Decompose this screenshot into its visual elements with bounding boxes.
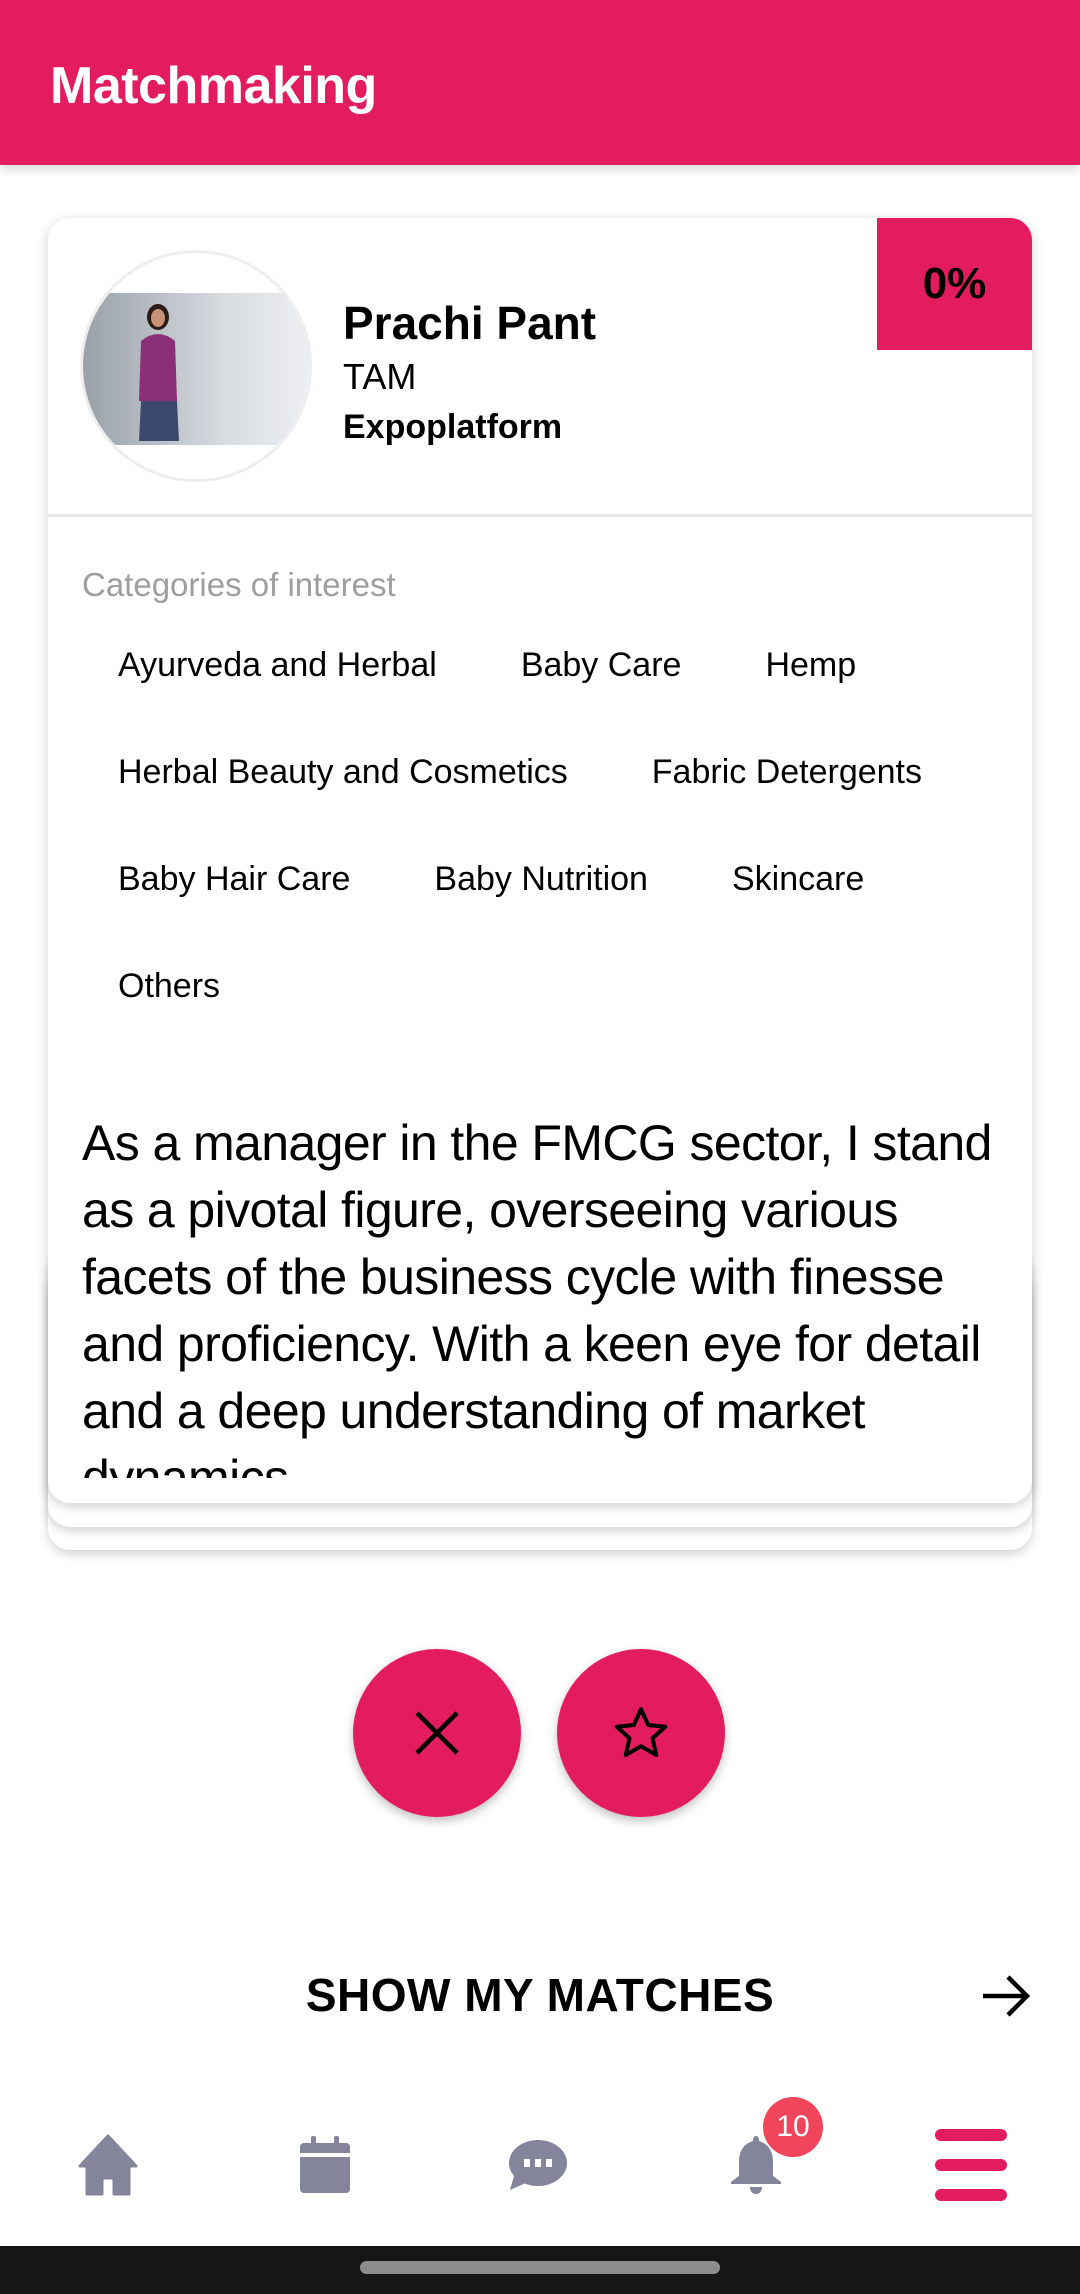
profile-card[interactable]: 0% Prachi Pant TAM Expoplatform Categori…	[48, 218, 1032, 1503]
category-chip: Others	[118, 967, 221, 1005]
category-chip: Herbal Beauty and Cosmetics	[118, 753, 568, 791]
profile-photo	[83, 293, 309, 445]
star-icon	[614, 1707, 668, 1757]
nav-messages[interactable]	[493, 2120, 583, 2210]
arrow-right-icon	[983, 1975, 1031, 2017]
app-header: Matchmaking	[0, 0, 1080, 165]
nav-calendar[interactable]	[280, 2120, 370, 2210]
profile-name: Prachi Pant	[343, 297, 597, 349]
show-my-matches-label: SHOW MY MATCHES	[305, 1969, 775, 2021]
calendar-icon	[300, 2136, 350, 2193]
profile-role: TAM	[343, 356, 417, 397]
category-chip: Baby Nutrition	[434, 860, 648, 898]
home-gesture-handle[interactable]	[360, 2261, 720, 2274]
profile-company: Expoplatform	[343, 408, 563, 446]
category-chip: Fabric Detergents	[651, 753, 923, 791]
nav-home[interactable]	[63, 2120, 153, 2210]
categories-list: Ayurveda and Herbal Baby Care Hemp Herba…	[82, 638, 1012, 1014]
category-chip: Baby Care	[520, 646, 682, 684]
menu-icon	[935, 2129, 1007, 2201]
category-chip: Ayurveda and Herbal	[118, 646, 437, 684]
categories-label: Categories of interest	[82, 566, 396, 603]
nav-menu[interactable]	[926, 2120, 1016, 2210]
avatar	[80, 250, 312, 482]
divider	[48, 514, 1032, 517]
category-chip: Skincare	[731, 860, 865, 898]
show-my-matches-button[interactable]: SHOW MY MATCHES	[0, 1960, 1080, 2032]
system-navigation-bar	[0, 2246, 1080, 2294]
favorite-button[interactable]	[557, 1649, 725, 1817]
home-icon	[78, 2134, 138, 2196]
chat-icon	[509, 2140, 567, 2190]
page-title: Matchmaking	[50, 57, 377, 115]
category-chip: Hemp	[765, 646, 857, 684]
close-icon	[415, 1711, 459, 1755]
bottom-nav	[0, 2090, 1080, 2234]
dismiss-button[interactable]	[353, 1649, 521, 1817]
notification-count-badge: 10	[763, 2097, 823, 2157]
match-percent-badge: 0%	[877, 218, 1032, 350]
swipe-actions	[0, 1649, 1080, 1819]
profile-description: As a manager in the FMCG sector, I stand…	[82, 1115, 992, 1478]
category-chip: Baby Hair Care	[118, 860, 351, 898]
